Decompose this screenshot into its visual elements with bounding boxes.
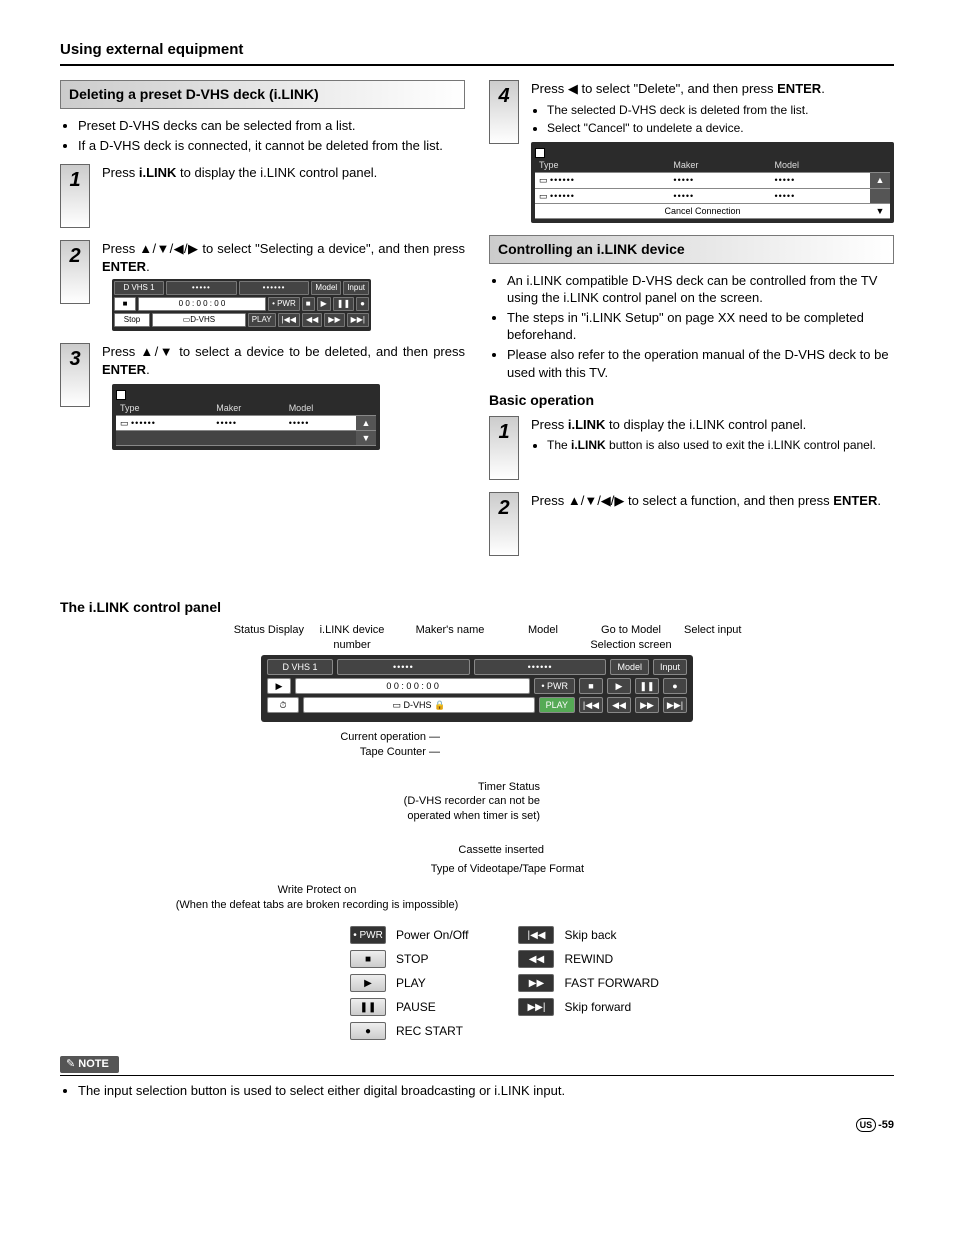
sub-bullet: The selected D-VHS deck is deleted from … bbox=[547, 102, 894, 118]
stop-icon: ■ bbox=[350, 950, 386, 968]
rewind-icon: ◀◀ bbox=[518, 950, 554, 968]
step-body: Press i.LINK to display the i.LINK contr… bbox=[531, 416, 894, 458]
device-list-panel-2: TypeMakerModel ▭ ••••••••••••••••▲ ▭ •••… bbox=[531, 142, 894, 223]
diagram-section: The i.LINK control panel Status Display … bbox=[60, 598, 894, 1040]
left-column: Deleting a preset D-VHS deck (i.LINK) Pr… bbox=[60, 80, 465, 568]
note-block: NOTE The input selection button is used … bbox=[60, 1054, 894, 1099]
step-body: Press ▲/▼ to select a device to be delet… bbox=[102, 343, 465, 450]
ff-icon: ▶▶ bbox=[518, 974, 554, 992]
play-icon: ▶ bbox=[350, 974, 386, 992]
note-label: NOTE bbox=[60, 1056, 119, 1073]
right-column: 4 Press ◀ to select "Delete", and then p… bbox=[489, 80, 894, 568]
osd-panel-small: D VHS 1 ••••• •••••• Model Input ■ 0 0 :… bbox=[112, 279, 371, 331]
skip-fwd-icon: ▶▶| bbox=[518, 998, 554, 1016]
rewind-icon: ◀◀ bbox=[607, 697, 631, 713]
step-body: Press i.LINK to display the i.LINK contr… bbox=[102, 164, 465, 182]
heading-control: Controlling an i.LINK device bbox=[489, 235, 894, 264]
page-title: Using external equipment bbox=[60, 40, 894, 60]
step-number: 4 bbox=[489, 80, 519, 144]
step-body: Press ▲/▼/◀/▶ to select a function, and … bbox=[531, 492, 894, 510]
step-body: Press ◀ to select "Delete", and then pre… bbox=[531, 80, 894, 223]
ilink-control-panel: D VHS 1 ••••• •••••• Model Input ▶ 0 0 :… bbox=[261, 655, 693, 722]
divider bbox=[60, 64, 894, 66]
device-list-panel: TypeMakerModel ▭ ••••••••••••••••▲ ▼ bbox=[112, 384, 380, 450]
bullet: Please also refer to the operation manua… bbox=[507, 346, 894, 381]
callouts: Current operation — Tape Counter — Timer… bbox=[60, 730, 894, 912]
diagram-heading: The i.LINK control panel bbox=[60, 598, 894, 617]
step-number: 2 bbox=[60, 240, 90, 304]
button-legend: • PWRPower On/Off ■STOP ▶PLAY ❚❚PAUSE ●R… bbox=[350, 926, 894, 1040]
delete-bullets: Preset D-VHS decks can be selected from … bbox=[60, 117, 465, 154]
heading-delete: Deleting a preset D-VHS deck (i.LINK) bbox=[60, 80, 465, 109]
sub-bullet: Select "Cancel" to undelete a device. bbox=[547, 120, 894, 136]
skip-back-icon: |◀◀ bbox=[518, 926, 554, 944]
step-number: 1 bbox=[60, 164, 90, 228]
bullet: Preset D-VHS decks can be selected from … bbox=[78, 117, 465, 135]
bullet: An i.LINK compatible D-VHS deck can be c… bbox=[507, 272, 894, 307]
skip-back-icon: |◀◀ bbox=[579, 697, 603, 713]
step-number: 3 bbox=[60, 343, 90, 407]
page-footer: US-59 bbox=[60, 1118, 894, 1133]
rec-icon: ● bbox=[350, 1022, 386, 1040]
bullet: If a D-VHS deck is connected, it cannot … bbox=[78, 137, 465, 155]
step-number: 2 bbox=[489, 492, 519, 556]
play-icon: ▶ bbox=[267, 678, 291, 694]
stop-icon: ■ bbox=[579, 678, 603, 694]
note-text: The input selection button is used to se… bbox=[78, 1082, 894, 1100]
subheading-basic: Basic operation bbox=[489, 391, 894, 410]
play-icon: ▶ bbox=[607, 678, 631, 694]
pwr-icon: • PWR bbox=[350, 926, 386, 944]
step-number: 1 bbox=[489, 416, 519, 480]
control-bullets: An i.LINK compatible D-VHS deck can be c… bbox=[489, 272, 894, 381]
skip-fwd-icon: ▶▶| bbox=[663, 697, 687, 713]
step-body: Press ▲/▼/◀/▶ to select "Selecting a dev… bbox=[102, 240, 465, 331]
ff-icon: ▶▶ bbox=[635, 697, 659, 713]
rec-icon: ● bbox=[663, 678, 687, 694]
sub-bullet: The i.LINK button is also used to exit t… bbox=[547, 437, 894, 453]
pause-icon: ❚❚ bbox=[635, 678, 659, 694]
bullet: The steps in "i.LINK Setup" on page XX n… bbox=[507, 309, 894, 344]
pause-icon: ❚❚ bbox=[350, 998, 386, 1016]
